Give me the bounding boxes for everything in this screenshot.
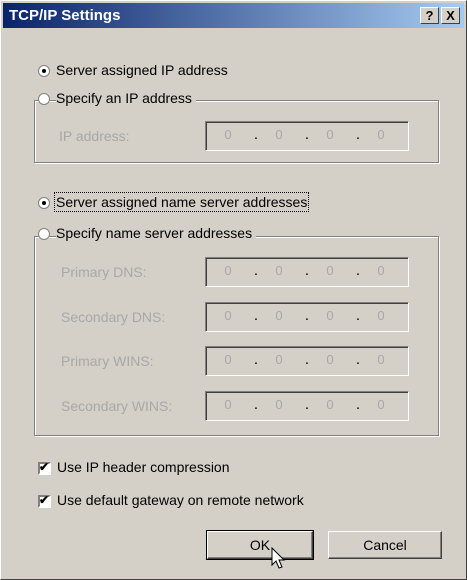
ip-header-compression-checkbox[interactable]: ✔: [38, 460, 51, 475]
primary-dns-field[interactable]: 0 . 0 . 0 . 0: [205, 257, 409, 287]
tcpip-settings-dialog: TCP/IP Settings ? X Server assigned IP a…: [0, 0, 467, 580]
ip-address-label: IP address:: [59, 128, 130, 144]
dns-octet[interactable]: 0: [208, 308, 248, 323]
radio-specify-ip[interactable]: [38, 93, 50, 105]
title-bar[interactable]: TCP/IP Settings ? X: [3, 3, 464, 28]
ip-octet-4[interactable]: 0: [361, 127, 401, 142]
ip-octet-3[interactable]: 0: [310, 127, 350, 142]
ip-octet-1[interactable]: 0: [208, 127, 248, 142]
primary-wins-field[interactable]: 0 . 0 . 0 . 0: [205, 346, 409, 376]
wins-octet[interactable]: 0: [361, 352, 401, 367]
radio-selected-dot: [42, 201, 46, 205]
dns-octet[interactable]: 0: [361, 308, 401, 323]
wins-octet[interactable]: 0: [208, 352, 248, 367]
wins-octet[interactable]: 0: [310, 397, 350, 412]
radio-server-assigned-dns[interactable]: [38, 197, 50, 209]
radio-server-assigned-ip[interactable]: [38, 65, 50, 77]
ok-button[interactable]: OK: [206, 530, 314, 560]
wins-octet[interactable]: 0: [259, 352, 299, 367]
specify-dns-label[interactable]: Specify name server addresses: [56, 225, 257, 241]
cancel-button[interactable]: Cancel: [328, 531, 442, 559]
server-assigned-dns-label[interactable]: Server assigned name server addresses: [53, 192, 310, 212]
close-button[interactable]: X: [441, 7, 460, 24]
server-assigned-ip-label[interactable]: Server assigned IP address: [56, 62, 228, 78]
ip-octet-2[interactable]: 0: [259, 127, 299, 142]
dns-octet[interactable]: 0: [259, 308, 299, 323]
mouse-cursor-icon: [271, 547, 286, 569]
default-gateway-label[interactable]: Use default gateway on remote network: [57, 492, 304, 508]
primary-wins-label: Primary WINS:: [61, 353, 154, 369]
wins-octet[interactable]: 0: [208, 397, 248, 412]
ip-header-compression-label[interactable]: Use IP header compression: [57, 459, 230, 475]
checkmark-icon: ✔: [39, 460, 50, 474]
default-gateway-checkbox[interactable]: ✔: [38, 493, 51, 508]
dns-octet[interactable]: 0: [259, 263, 299, 278]
radio-selected-dot: [42, 69, 46, 73]
ip-address-field[interactable]: 0 . 0 . 0 . 0: [205, 121, 409, 151]
primary-dns-label: Primary DNS:: [61, 264, 147, 280]
checkmark-icon: ✔: [39, 493, 50, 507]
radio-specify-dns[interactable]: [38, 228, 50, 240]
dns-octet[interactable]: 0: [310, 263, 350, 278]
secondary-wins-label: Secondary WINS:: [61, 398, 173, 414]
wins-octet[interactable]: 0: [361, 397, 401, 412]
wins-octet[interactable]: 0: [259, 397, 299, 412]
window-title: TCP/IP Settings: [9, 7, 121, 24]
dns-octet[interactable]: 0: [310, 308, 350, 323]
dns-octet[interactable]: 0: [208, 263, 248, 278]
specify-ip-label[interactable]: Specify an IP address: [56, 90, 196, 106]
dns-octet[interactable]: 0: [361, 263, 401, 278]
wins-octet[interactable]: 0: [310, 352, 350, 367]
secondary-dns-label: Secondary DNS:: [61, 309, 166, 325]
secondary-wins-field[interactable]: 0 . 0 . 0 . 0: [205, 391, 409, 421]
help-button[interactable]: ?: [420, 7, 439, 24]
secondary-dns-field[interactable]: 0 . 0 . 0 . 0: [205, 302, 409, 332]
